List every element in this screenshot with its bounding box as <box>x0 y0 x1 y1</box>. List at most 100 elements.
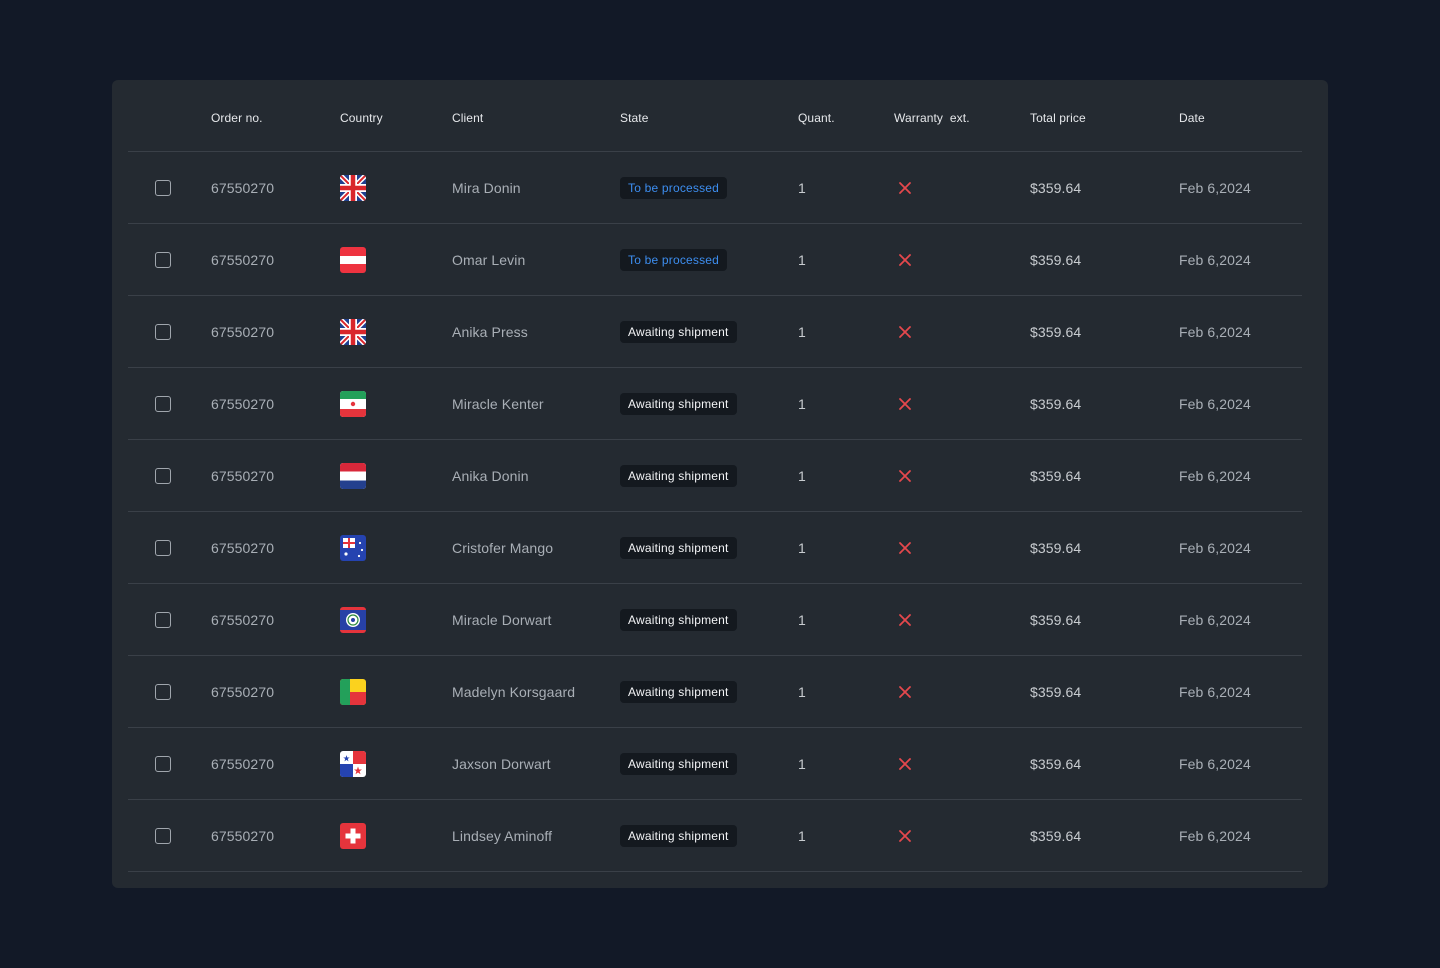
warranty-cell <box>898 368 912 440</box>
order-date: Feb 6,2024 <box>1179 540 1251 556</box>
order-date: Feb 6,2024 <box>1179 396 1251 412</box>
state-cell: Awaiting shipment <box>620 296 737 368</box>
country-cell <box>340 152 366 224</box>
client-name: Jaxson Dorwart <box>452 756 551 772</box>
state-cell: Awaiting shipment <box>620 512 737 584</box>
quantity: 1 <box>798 180 806 196</box>
state-cell: To be processed <box>620 152 728 224</box>
header-country[interactable]: Country <box>340 82 383 154</box>
row-checkbox-cell <box>155 440 171 512</box>
country-cell <box>340 296 366 368</box>
state-cell: Awaiting shipment <box>620 800 737 872</box>
country-cell <box>340 584 366 656</box>
orders-table: Order no. Country Client State Quant. Wa… <box>128 80 1302 872</box>
table-row[interactable]: 67550270 Madelyn Korsgaard Awaiting shipme… <box>128 656 1302 728</box>
client-name: Lindsey Aminoff <box>452 828 553 844</box>
warranty-cell <box>898 800 912 872</box>
table-header: Order no. Country Client State Quant. Wa… <box>128 80 1302 152</box>
state-cell: Awaiting shipment <box>620 656 737 728</box>
row-checkbox[interactable] <box>155 684 171 700</box>
warranty-cell <box>898 152 912 224</box>
header-warranty[interactable]: Warranty ext. <box>894 82 970 154</box>
table-row[interactable]: 67550270 Jaxson Dorwart Awaiting shipment 1… <box>128 728 1302 800</box>
client-name: Miracle Dorwart <box>452 612 552 628</box>
row-checkbox[interactable] <box>155 540 171 556</box>
client-name: Omar Levin <box>452 252 526 268</box>
status-badge: Awaiting shipment <box>620 609 737 631</box>
header-total-price[interactable]: Total price <box>1030 82 1086 154</box>
country-cell <box>340 224 366 296</box>
state-cell: Awaiting shipment <box>620 440 737 512</box>
state-cell: Awaiting shipment <box>620 728 737 800</box>
order-date: Feb 6,2024 <box>1179 252 1251 268</box>
row-checkbox[interactable] <box>155 612 171 628</box>
order-date: Feb 6,2024 <box>1179 684 1251 700</box>
netherlands-flag-icon <box>340 463 366 489</box>
order-date: Feb 6,2024 <box>1179 324 1251 340</box>
warranty-cell <box>898 584 912 656</box>
total-price: $359.64 <box>1030 324 1082 340</box>
row-checkbox-cell <box>155 800 171 872</box>
quantity: 1 <box>798 324 806 340</box>
uk-flag-icon <box>340 175 366 201</box>
benin-flag-icon <box>340 679 366 705</box>
table-row[interactable]: 67550270 Lindsey Aminoff Awaiting shipment… <box>128 800 1302 872</box>
order-number: 67550270 <box>211 684 275 700</box>
client-name: Mira Donin <box>452 180 521 196</box>
row-checkbox[interactable] <box>155 468 171 484</box>
table-row[interactable]: 67550270 Miracle Dorwart Awaiting shipment… <box>128 584 1302 656</box>
total-price: $359.64 <box>1030 612 1082 628</box>
total-price: $359.64 <box>1030 756 1082 772</box>
table-row[interactable]: 67550270 Mira Donin To be processed 1 $359.6… <box>128 152 1302 224</box>
australia-flag-icon <box>340 535 366 561</box>
state-cell: Awaiting shipment <box>620 368 737 440</box>
table-row[interactable]: 67550270 Anika Press Awaiting shipment 1 $35… <box>128 296 1302 368</box>
close-icon <box>899 758 911 770</box>
order-number: 67550270 <box>211 828 275 844</box>
order-number: 67550270 <box>211 324 275 340</box>
total-price: $359.64 <box>1030 540 1082 556</box>
close-icon <box>899 182 911 194</box>
header-state[interactable]: State <box>620 82 649 154</box>
row-checkbox[interactable] <box>155 324 171 340</box>
table-row[interactable]: 67550270 Omar Levin To be processed 1 $359.6… <box>128 224 1302 296</box>
close-icon <box>899 830 911 842</box>
table-row[interactable]: 67550270 Cristofer Mango Awaiting shipment… <box>128 512 1302 584</box>
orders-card: Order no. Country Client State Quant. Wa… <box>112 80 1328 888</box>
header-order-no[interactable]: Order no. <box>211 82 263 154</box>
quantity: 1 <box>798 468 806 484</box>
country-cell <box>340 368 366 440</box>
table-row[interactable]: 67550270 Miracle Kenter Awaiting shipment 1… <box>128 368 1302 440</box>
quantity: 1 <box>798 252 806 268</box>
order-number: 67550270 <box>211 612 275 628</box>
client-name: Cristofer Mango <box>452 540 554 556</box>
status-badge: Awaiting shipment <box>620 681 737 703</box>
header-date[interactable]: Date <box>1179 82 1205 154</box>
order-number: 67550270 <box>211 252 275 268</box>
country-cell <box>340 440 366 512</box>
table-body: 67550270 Mira Donin To be processed 1 $359.6… <box>128 152 1302 872</box>
austria-flag-icon <box>340 247 366 273</box>
row-checkbox[interactable] <box>155 180 171 196</box>
close-icon <box>899 398 911 410</box>
total-price: $359.64 <box>1030 684 1082 700</box>
warranty-cell <box>898 728 912 800</box>
country-cell <box>340 512 366 584</box>
close-icon <box>899 686 911 698</box>
row-checkbox[interactable] <box>155 828 171 844</box>
header-client[interactable]: Client <box>452 82 602 154</box>
total-price: $359.64 <box>1030 252 1082 268</box>
client-name: Miracle Kenter <box>452 396 544 412</box>
iran-flag-icon <box>340 391 366 417</box>
close-icon <box>899 470 911 482</box>
table-row[interactable]: 67550270 Anika Donin Awaiting shipment 1 $35… <box>128 440 1302 512</box>
row-checkbox-cell <box>155 224 171 296</box>
close-icon <box>899 614 911 626</box>
row-checkbox[interactable] <box>155 396 171 412</box>
client-name: Anika Donin <box>452 468 529 484</box>
header-quantity[interactable]: Quant. <box>798 82 835 154</box>
row-checkbox[interactable] <box>155 756 171 772</box>
row-checkbox[interactable] <box>155 252 171 268</box>
quantity: 1 <box>798 756 806 772</box>
order-number: 67550270 <box>211 540 275 556</box>
